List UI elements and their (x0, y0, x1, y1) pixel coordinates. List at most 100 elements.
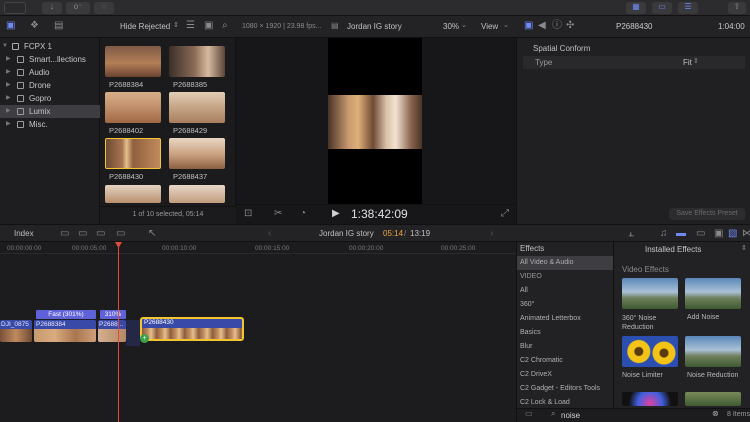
search-icon[interactable]: ⌕ (222, 21, 228, 31)
layout-browser-button[interactable]: ▦ (626, 2, 646, 14)
background-tasks-button[interactable]: ◌ (94, 2, 114, 14)
clip-thumbnail[interactable] (105, 92, 161, 123)
append-icon[interactable]: ▭ (96, 229, 105, 239)
effects-category[interactable]: All (517, 284, 613, 298)
effect-thumbnail[interactable] (685, 278, 741, 309)
clip-thumbnail[interactable] (105, 185, 161, 203)
share-button[interactable]: ⇪ (728, 2, 746, 14)
insert-icon[interactable]: ▭ (78, 229, 87, 239)
save-effects-preset-button[interactable]: Save Effects Preset (669, 208, 745, 220)
library-item-gopro[interactable]: ▶ Gopro (0, 92, 100, 105)
headphones-icon[interactable]: ♫ (660, 229, 668, 239)
type-popup[interactable]: Fit (683, 58, 692, 67)
skimming-icon[interactable]: ⫠ (628, 229, 634, 239)
forward-icon[interactable]: › (490, 229, 493, 239)
library-item-label: Misc. (29, 120, 48, 129)
effects-category[interactable]: All Video & Audio (517, 256, 613, 270)
effects-category[interactable]: C2 Gadget - Editors Tools (517, 382, 613, 396)
effects-category[interactable]: 360° (517, 298, 613, 312)
clip-thumbnail[interactable] (169, 138, 225, 169)
timeline-toolbar: Index ▭ ▭ ▭ ▭ ↖ ‹ Jordan IG story 05:14 … (0, 224, 516, 242)
clear-search-icon[interactable]: ⊗ (712, 410, 719, 418)
effect-thumbnail[interactable] (685, 392, 741, 406)
retime-icon[interactable]: ◔ (300, 209, 306, 219)
timeline-clip[interactable]: P2688384 (34, 320, 96, 342)
retime-bar[interactable]: Fast (301%) (36, 310, 96, 319)
effects-category[interactable]: Animated Letterbox (517, 312, 613, 326)
playhead[interactable] (118, 242, 119, 422)
effects-category[interactable]: Blur (517, 340, 613, 354)
clip-thumbnail[interactable] (169, 46, 225, 77)
share-icon: ⇪ (733, 2, 741, 11)
filter-popup[interactable]: Hide Rejected (120, 22, 170, 31)
library-item-misc[interactable]: ▶ Misc. (0, 118, 100, 131)
library-item-lumix[interactable]: ▶ Lumix (0, 105, 100, 118)
timeline-clip-selected[interactable]: P2688430 (140, 317, 244, 341)
video-frame (328, 95, 422, 149)
titles-generators-icon[interactable]: ▤ (54, 21, 63, 31)
sidebar-toggle-icon[interactable]: ▭ (525, 410, 533, 418)
effects-category[interactable]: Basics (517, 326, 613, 340)
transitions-icon[interactable]: ▧ (728, 229, 737, 239)
layout-timeline-button[interactable]: ▭ (652, 2, 672, 14)
effect-thumbnail[interactable] (622, 392, 678, 406)
effect-label: Noise Reduction (687, 372, 739, 379)
back-icon[interactable]: ‹ (268, 229, 271, 239)
libraries-icon[interactable]: ▣ (6, 21, 15, 31)
zoom-popup[interactable]: 30% (443, 22, 459, 31)
play-icon[interactable]: ▶ (332, 209, 340, 219)
view-menu[interactable]: View (481, 22, 498, 31)
snapping-icon[interactable]: ▭ (696, 229, 705, 239)
clip-appearance-icon[interactable]: ▬ (676, 229, 686, 239)
clip-thumbnail[interactable] (169, 92, 225, 123)
effects-browser-icon[interactable]: ▣ (714, 229, 723, 239)
effect-thumbnail[interactable] (622, 336, 678, 367)
retime-bar[interactable]: 310% (100, 310, 126, 319)
effects-section-heading: Video Effects (622, 265, 669, 274)
library-item-smart-collections[interactable]: ▶ Smart...llections (0, 53, 100, 66)
library-button[interactable] (4, 2, 26, 14)
index-button[interactable]: Index (14, 229, 34, 238)
filmstrip-icon[interactable]: ▣ (204, 21, 213, 31)
disclosure-closed-icon: ▶ (6, 69, 11, 75)
overwrite-icon[interactable]: ▭ (116, 229, 125, 239)
keywords-button[interactable]: o⁻ (66, 2, 90, 14)
bowtie-icon[interactable]: ⋈ (742, 229, 750, 239)
timeline-clip[interactable]: DJI_0875 (0, 320, 32, 342)
installed-effects-popup[interactable]: Installed Effects (645, 245, 701, 254)
timeline-toolbar-right: ⫠ ♫ ▬ ▭ ▣ ▧ ⋈ (516, 224, 750, 242)
event-icon (17, 69, 24, 76)
timeline-clip[interactable]: P2688... (98, 320, 126, 342)
ruler-mark: 00:00:20:00 (349, 245, 384, 252)
list-view-icon[interactable]: ☰ (186, 21, 195, 31)
select-tool-icon[interactable]: ↖ (148, 229, 156, 239)
effects-search-input[interactable]: noise (561, 411, 580, 420)
clip-thumbnail[interactable] (169, 185, 225, 203)
effect-thumbnail[interactable] (685, 336, 741, 367)
info-icon[interactable]: ⓘ (552, 21, 562, 31)
connect-icon[interactable]: ▭ (60, 229, 69, 239)
viewer-timecode: 1:38:42:09 (351, 207, 408, 221)
effect-thumbnail[interactable] (622, 278, 678, 309)
share-inspector-icon[interactable]: ✣ (566, 21, 574, 31)
layout-inspector-button[interactable]: ☰ (678, 2, 698, 14)
library-item-fcpx1[interactable]: ▼ FCPX 1 (0, 40, 100, 53)
clip-thumbnail[interactable] (105, 46, 161, 77)
clip-name: P2688384 (109, 80, 144, 89)
effects-category[interactable]: C2 DriveX (517, 368, 613, 382)
library-item-audio[interactable]: ▶ Audio (0, 66, 100, 79)
disclosure-closed-icon: ▶ (6, 121, 11, 127)
library-item-label: Audio (29, 68, 50, 77)
audio-inspector-icon[interactable]: ◀︎ (538, 21, 546, 31)
library-item-drone[interactable]: ▶ Drone (0, 79, 100, 92)
effect-label: 360° Noise Reduction (622, 315, 657, 331)
video-inspector-icon[interactable]: ▣ (524, 21, 533, 31)
enhance-icon[interactable]: ✂ (274, 209, 282, 219)
photos-audio-icon[interactable]: ❖ (30, 21, 39, 31)
clip-thumbnail-selected[interactable] (105, 138, 161, 169)
selection-status: 1 of 10 selected, 05:14 (132, 211, 204, 218)
effects-category[interactable]: C2 Chromatic (517, 354, 613, 368)
transform-icon[interactable]: ⊡ (244, 209, 252, 219)
fullscreen-icon[interactable]: ⤢ (501, 209, 509, 219)
import-button[interactable]: ↓ (42, 2, 62, 14)
